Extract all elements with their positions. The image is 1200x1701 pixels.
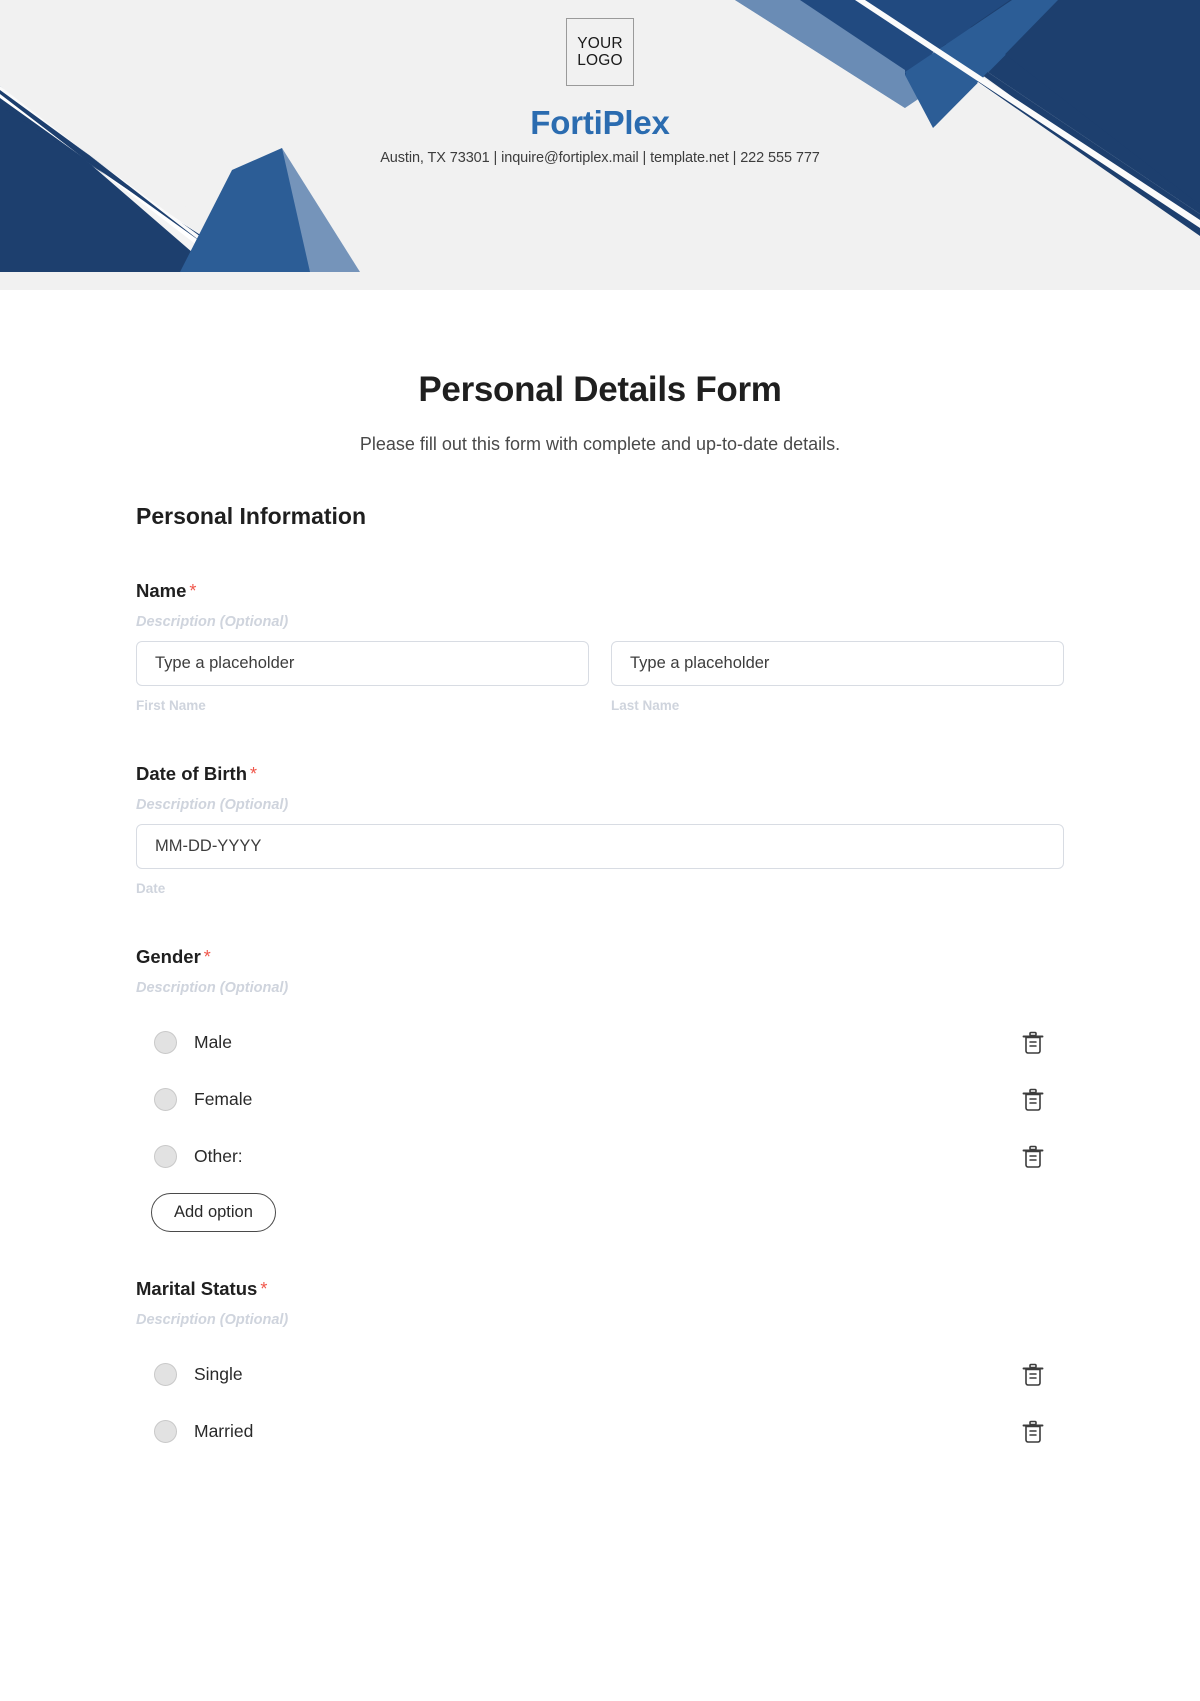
option-label: Female xyxy=(194,1089,253,1109)
required-marker: * xyxy=(203,947,211,967)
option-label: Male xyxy=(194,1032,232,1052)
radio-button-icon[interactable] xyxy=(154,1088,177,1111)
required-marker: * xyxy=(189,581,197,601)
required-marker: * xyxy=(250,764,258,784)
field-description-name: Description (Optional) xyxy=(136,614,289,630)
option-row[interactable]: Male xyxy=(136,1014,1064,1071)
delete-option-button[interactable] xyxy=(1020,1361,1046,1389)
section-heading-personal-information: Personal Information xyxy=(136,503,367,529)
required-marker: * xyxy=(260,1279,268,1299)
date-of-birth-input[interactable] xyxy=(136,824,1064,869)
gender-options: Male Female Other: Add option xyxy=(136,1014,1064,1232)
field-description-gender: Description (Optional) xyxy=(136,980,289,996)
field-label-text: Marital Status xyxy=(136,1278,258,1299)
page-header: YOUR LOGO FortiPlex Austin, TX 73301 | i… xyxy=(0,0,1200,290)
trash-icon xyxy=(1022,1031,1044,1054)
field-label-text: Date of Birth xyxy=(136,763,247,784)
field-label-name: Name * xyxy=(136,580,1064,602)
delete-option-button[interactable] xyxy=(1020,1086,1046,1114)
delete-option-button[interactable] xyxy=(1020,1143,1046,1171)
date-sub-label-row: Date xyxy=(136,881,1064,896)
field-label-text: Gender xyxy=(136,946,201,967)
trash-icon xyxy=(1022,1145,1044,1168)
field-label-marital-status: Marital Status * xyxy=(136,1278,1064,1300)
field-description-date-of-birth: Description (Optional) xyxy=(136,797,289,813)
field-date-of-birth: Date of Birth* Description (Optional) Da… xyxy=(136,763,1064,896)
company-name: FortiPlex xyxy=(530,104,670,141)
logo-line-1: YOUR xyxy=(577,34,623,52)
company-contact-line: Austin, TX 73301 | inquire@fortiplex.mai… xyxy=(380,150,820,166)
field-description-marital-status: Description (Optional) xyxy=(136,1312,289,1328)
logo-placeholder: YOUR LOGO xyxy=(566,18,634,86)
last-name-input[interactable] xyxy=(611,641,1064,686)
radio-button-icon[interactable] xyxy=(154,1031,177,1054)
field-name: Name* Description (Optional) First Name … xyxy=(136,580,1064,713)
name-input-row xyxy=(136,641,1064,686)
form-page: Personal Details Form Please fill out th… xyxy=(0,370,1200,1460)
sub-label-first-name: First Name xyxy=(136,698,206,713)
radio-button-icon[interactable] xyxy=(154,1145,177,1168)
field-gender: Gender * Description (Optional) Male Fem… xyxy=(136,946,1064,1232)
delete-option-button[interactable] xyxy=(1020,1418,1046,1446)
field-label-date-of-birth: Date of Birth * xyxy=(136,763,1064,785)
page-title: Personal Details Form xyxy=(418,370,782,409)
trash-icon xyxy=(1022,1088,1044,1111)
field-marital-status: Marital Status * Description (Optional) S… xyxy=(136,1278,1064,1460)
option-label: Other: xyxy=(194,1146,243,1166)
field-label-text: Name xyxy=(136,580,187,601)
logo-line-2: LOGO xyxy=(577,52,623,69)
field-label-gender: Gender * xyxy=(136,946,1064,968)
sub-label-date: Date xyxy=(136,881,166,896)
header-content: YOUR LOGO FortiPlex Austin, TX 73301 | i… xyxy=(0,0,1200,166)
trash-icon xyxy=(1022,1363,1044,1386)
name-sub-label-row: First Name Last Name xyxy=(136,698,1064,713)
date-of-birth-input-row xyxy=(136,824,1064,869)
trash-icon xyxy=(1022,1420,1044,1443)
delete-option-button[interactable] xyxy=(1020,1029,1046,1057)
option-row[interactable]: Married xyxy=(136,1403,1064,1460)
option-row[interactable]: Other: xyxy=(136,1128,1064,1185)
first-name-input[interactable] xyxy=(136,641,589,686)
page-subtitle: Please fill out this form with complete … xyxy=(359,434,841,454)
option-row[interactable]: Female xyxy=(136,1071,1064,1128)
sub-label-last-name: Last Name xyxy=(611,698,680,713)
option-row[interactable]: Single xyxy=(136,1346,1064,1403)
radio-button-icon[interactable] xyxy=(154,1420,177,1443)
option-label: Married xyxy=(194,1421,254,1441)
marital-status-options: Single Married xyxy=(136,1346,1064,1460)
radio-button-icon[interactable] xyxy=(154,1363,177,1386)
add-option-button[interactable]: Add option xyxy=(151,1193,276,1232)
option-label: Single xyxy=(194,1364,243,1384)
